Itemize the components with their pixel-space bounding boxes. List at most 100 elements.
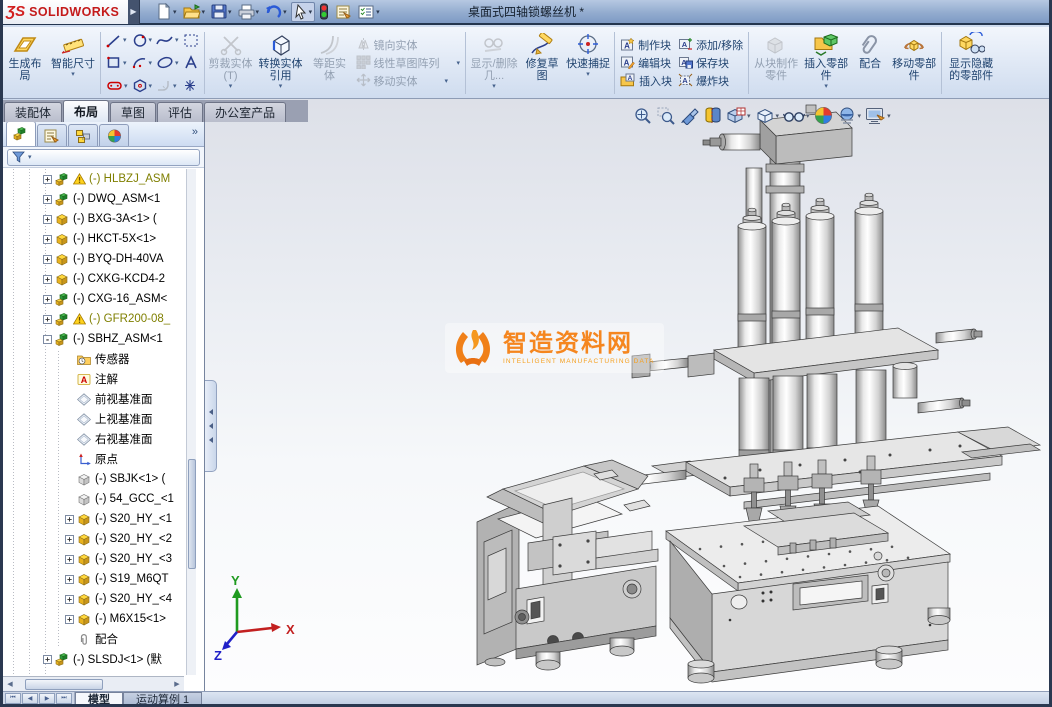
expand-toggle[interactable]: - [43, 335, 52, 344]
tree-item[interactable]: 上视基准面 [3, 409, 184, 429]
tab-configurationmanager[interactable] [68, 124, 98, 146]
tree-horizontal-scrollbar[interactable]: ◀ ▶ [3, 676, 184, 691]
tab-office-products[interactable]: 办公室产品 [204, 102, 286, 122]
tree-item[interactable]: +(-) GFR200-08_ [3, 309, 184, 329]
expand-toggle[interactable]: + [65, 555, 74, 564]
tree-item[interactable]: +(-) CXG-16_ASM< [3, 289, 184, 309]
expand-toggle[interactable]: + [65, 615, 74, 624]
fillet-tool-button[interactable]: ▾ [155, 74, 180, 97]
expand-toggle[interactable]: + [65, 535, 74, 544]
tree-item[interactable]: 传感器 [3, 349, 184, 369]
mate-button[interactable]: 配合 [851, 29, 889, 97]
tree-item[interactable]: +(-) DWQ_ASM<1 [3, 189, 184, 209]
move-entities-button[interactable]: 移动实体▾ [356, 74, 461, 89]
tree-item[interactable]: +(-) CXKG-KCD4-2 [3, 269, 184, 289]
insert-components-button[interactable]: 插入零部件 ▾ [801, 29, 851, 97]
graphics-viewport[interactable]: ▾ ▾ ▾ ▾ ▾ 智造资料网 INTELLIGENT MANUFACTURIN… [205, 99, 1049, 691]
view-settings-button[interactable]: ▾ [837, 106, 862, 125]
sketch-picture-button[interactable] [182, 29, 200, 52]
tree-item[interactable]: +(-) BYQ-DH-40VA [3, 249, 184, 269]
tree-item[interactable]: +(-) HKCT-5X<1> [3, 229, 184, 249]
tree-item[interactable]: +(-) S20_HY_<4 [3, 589, 184, 609]
previous-view-button[interactable] [679, 107, 699, 125]
scrollbar-thumb[interactable] [25, 679, 103, 690]
options-button[interactable]: ▾ [356, 3, 382, 21]
scrollbar-thumb[interactable] [188, 459, 196, 569]
trim-entities-button[interactable]: 剪裁实体(T) ▾ [207, 29, 255, 97]
linear-sketch-pattern-button[interactable]: 线性草图阵列▾ [356, 56, 461, 71]
make-block-button[interactable]: A制作块 [620, 38, 672, 53]
tab-evaluate[interactable]: 评估 [157, 102, 203, 122]
tree-filter[interactable]: ▾ [7, 149, 200, 166]
tree-vertical-scrollbar[interactable] [186, 169, 196, 675]
line-tool-button[interactable]: ▾ [105, 29, 129, 52]
new-document-button[interactable]: ▾ [154, 2, 179, 21]
expand-toggle[interactable]: + [43, 235, 52, 244]
ellipse-tool-button[interactable]: ▾ [155, 52, 180, 75]
save-block-button[interactable]: A保存块 [678, 56, 743, 71]
rebuild-button[interactable] [317, 2, 331, 21]
mirror-entities-button[interactable]: 镜向实体 [356, 38, 461, 53]
expand-toggle[interactable]: + [43, 275, 52, 284]
zoom-fit-button[interactable] [633, 106, 652, 125]
first-study-button[interactable]: ⏮ [5, 693, 21, 704]
tree-item[interactable]: +(-) S19_M6QT [3, 569, 184, 589]
zoom-area-button[interactable] [656, 106, 675, 125]
insert-block-button[interactable]: A插入块 [620, 74, 672, 89]
undo-button[interactable]: ▾ [263, 2, 289, 21]
tree-item[interactable]: (-) SBJK<1> ( [3, 469, 184, 489]
arc-tool-button[interactable]: ▾ [131, 52, 154, 75]
print-button[interactable]: ▾ [236, 2, 262, 21]
tree-item[interactable]: +(-) SLSDJ<1> (默 [3, 649, 184, 669]
tree-item[interactable]: -(-) SBHZ_ASM<1 [3, 329, 184, 349]
view-orientation-button[interactable]: ▾ [725, 106, 751, 125]
tree-item[interactable]: A注解 [3, 369, 184, 389]
menu-expand-button[interactable]: ▶ [128, 0, 140, 24]
scroll-left-arrow[interactable]: ◀ [3, 677, 17, 691]
circle-tool-button[interactable]: ▾ [131, 29, 154, 52]
tab-motion-study-1[interactable]: 运动算例 1 [123, 692, 202, 704]
open-button[interactable]: ▾ [181, 2, 208, 21]
show-hidden-components-button[interactable]: 显示隐藏的零部件 [944, 29, 998, 97]
tree-item[interactable]: +(-) S20_HY_<1 [3, 509, 184, 529]
slot-tool-button[interactable]: ▾ [105, 74, 129, 97]
tree-item[interactable]: +(-) M6X15<1> [3, 609, 184, 629]
smart-dimension-button[interactable]: 智能尺寸 ▾ [48, 29, 98, 97]
tab-sketch[interactable]: 草图 [110, 102, 156, 122]
tree-item[interactable]: 配合 [3, 629, 184, 649]
expand-toggle[interactable]: + [43, 295, 52, 304]
expand-toggle[interactable]: + [43, 215, 52, 224]
expand-toggle[interactable]: + [43, 655, 52, 664]
expand-toggle[interactable]: + [65, 515, 74, 524]
tree-item[interactable]: 前视基准面 [3, 389, 184, 409]
expand-toggle[interactable]: + [65, 575, 74, 584]
save-button[interactable]: ▾ [209, 2, 234, 21]
tab-assembly[interactable]: 装配体 [4, 102, 62, 122]
panel-overflow-chevron[interactable]: » [192, 126, 198, 138]
scroll-right-arrow[interactable]: ▶ [170, 677, 184, 691]
expand-toggle[interactable]: + [43, 195, 52, 204]
edit-scene-button[interactable]: ▾ [865, 107, 891, 125]
tab-displaymanager[interactable] [99, 124, 129, 146]
sketch-text-button[interactable] [182, 52, 200, 75]
expand-toggle[interactable]: + [65, 595, 74, 604]
add-remove-button[interactable]: A添加/移除 [678, 38, 743, 53]
file-properties-button[interactable] [333, 3, 354, 21]
last-study-button[interactable]: ⏭ [56, 693, 72, 704]
tree-item[interactable]: +(-) S20_HY_<2 [3, 529, 184, 549]
make-part-from-block-button[interactable]: 从块制作零件 [751, 29, 801, 97]
dropdown-caret[interactable]: ▾ [71, 71, 75, 78]
corner-rectangle-button[interactable]: ▾ [105, 52, 129, 75]
expand-toggle[interactable]: + [43, 255, 52, 264]
tree-item[interactable]: +(-) S20_HY_<3 [3, 549, 184, 569]
tree-item[interactable]: 原点 [3, 449, 184, 469]
next-study-button[interactable]: ▶ [39, 693, 55, 704]
repair-sketch-button[interactable]: 修复草图 [520, 29, 564, 97]
prev-study-button[interactable]: ◀ [22, 693, 38, 704]
explode-block-button[interactable]: A爆炸块 [678, 74, 743, 89]
quick-snaps-button[interactable]: 快速捕捉 ▾ [564, 29, 612, 97]
expand-toggle[interactable]: + [43, 315, 52, 324]
hide-show-items-button[interactable]: ▾ [783, 107, 810, 125]
edit-block-button[interactable]: A编辑块 [620, 56, 672, 71]
spline-tool-button[interactable]: ▾ [155, 29, 180, 52]
